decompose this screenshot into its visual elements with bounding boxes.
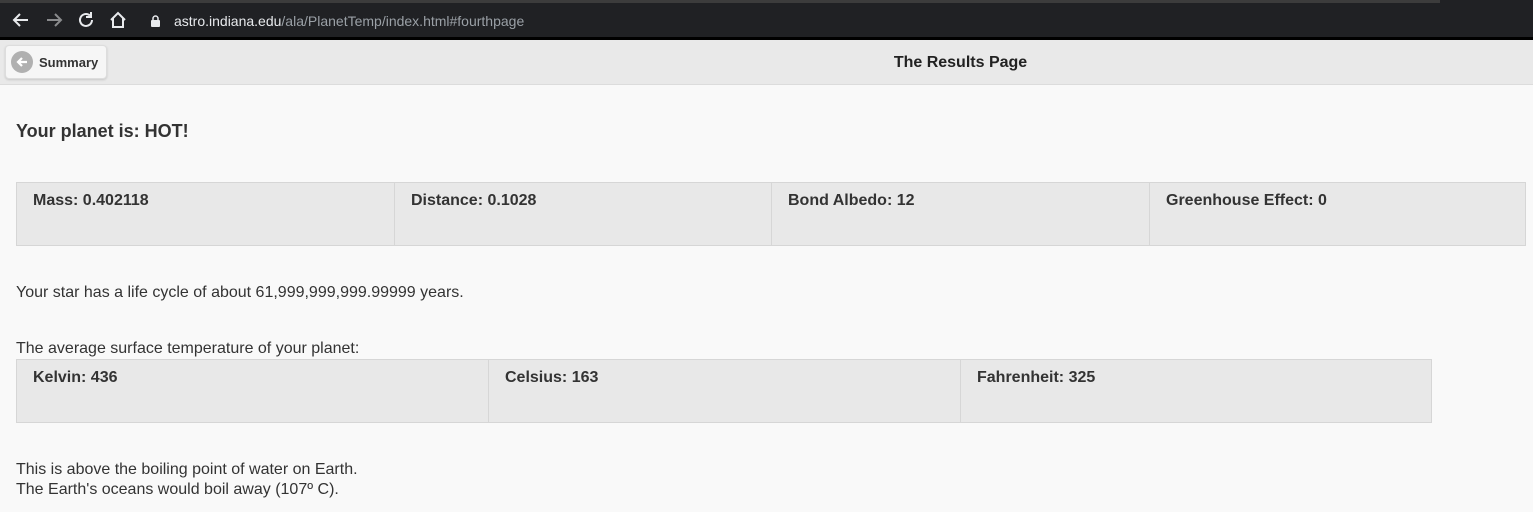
back-circle-icon xyxy=(11,51,33,73)
star-lifecycle-text: Your star has a life cycle of about 61,9… xyxy=(16,284,464,301)
back-arrow-icon[interactable] xyxy=(10,9,32,31)
summary-back-button[interactable]: Summary xyxy=(5,45,107,79)
page-title: The Results Page xyxy=(893,54,1028,71)
greenhouse-effect-cell: Greenhouse Effect: 0 xyxy=(1166,192,1327,209)
planet-params-grid: Mass: 0.402118 Distance: 0.1028 Bond Alb… xyxy=(16,182,1526,246)
bond-albedo-cell: Bond Albedo: 12 xyxy=(772,183,1150,245)
browser-toolbar: astro.indiana.edu/ala/PlanetTemp/index.h… xyxy=(0,0,1533,40)
reload-icon[interactable] xyxy=(75,9,97,31)
address-bar[interactable]: astro.indiana.edu/ala/PlanetTemp/index.h… xyxy=(174,13,524,29)
page-header: The Results Page Summary xyxy=(0,40,1533,85)
lock-icon[interactable] xyxy=(150,14,161,27)
forward-arrow-icon[interactable] xyxy=(43,9,65,31)
fahrenheit-cell: Fahrenheit: 325 xyxy=(977,369,1096,386)
temperature-intro-text: The average surface temperature of your … xyxy=(16,340,360,357)
celsius-cell: Celsius: 163 xyxy=(489,360,961,422)
conclusion-line-1: This is above the boiling point of water… xyxy=(16,461,358,478)
kelvin-cell: Kelvin: 436 xyxy=(17,360,489,422)
summary-back-label: Summary xyxy=(39,54,99,70)
conclusion-line-2: The Earth's oceans would boil away (107º… xyxy=(16,481,339,498)
home-icon[interactable] xyxy=(107,9,129,31)
url-host: astro.indiana.edu xyxy=(174,13,282,29)
mass-cell: Mass: 0.402118 xyxy=(17,183,395,245)
tab-strip-edge xyxy=(0,0,1440,3)
temperature-grid: Kelvin: 436 Celsius: 163 Fahrenheit: 325 xyxy=(16,359,1432,423)
distance-cell: Distance: 0.1028 xyxy=(395,183,772,245)
planet-status-heading: Your planet is: HOT! xyxy=(16,121,189,141)
url-path: /ala/PlanetTemp/index.html#fourthpage xyxy=(281,13,525,29)
